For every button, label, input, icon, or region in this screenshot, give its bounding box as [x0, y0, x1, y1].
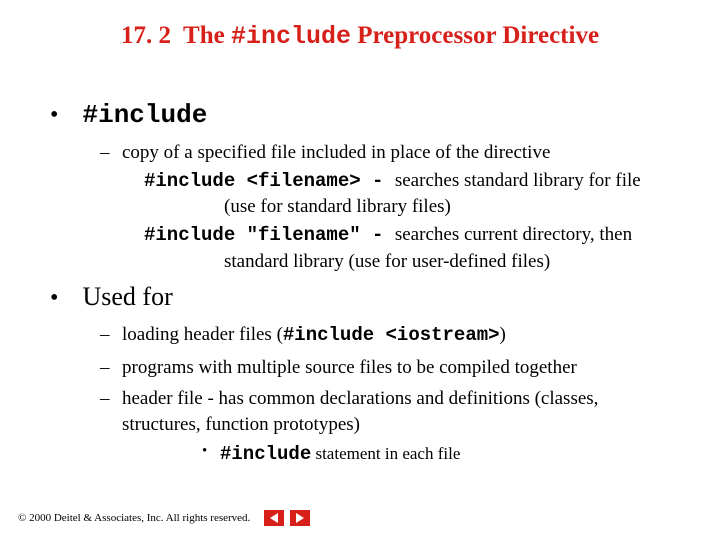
prev-slide-button[interactable] — [264, 510, 284, 526]
title-pre: The — [183, 22, 225, 49]
detail-quote-mono: #include "filename" — [144, 224, 361, 246]
sub-loading: loading header files (#include <iostream… — [100, 322, 670, 349]
slide-title: 17. 2 The #include Preprocessor Directiv… — [50, 22, 670, 51]
bullet-list: #include copy of a specified file includ… — [50, 99, 670, 466]
sublist-usedfor: loading header files (#include <iostream… — [100, 322, 670, 466]
next-slide-button[interactable] — [290, 510, 310, 526]
detail-angle-mono: #include <filename> — [144, 170, 361, 192]
sub-headerfile: header file - has common declarations an… — [100, 386, 670, 466]
sub-copy: copy of a specified file included in pla… — [100, 140, 670, 274]
sublist-include: copy of a specified file included in pla… — [100, 140, 670, 274]
bullet-include-label: #include — [83, 100, 208, 130]
title-post: Preprocessor Directive — [357, 22, 599, 49]
sub-copy-text: copy of a specified file included in pla… — [122, 142, 550, 163]
sub3-include-stmt: #include statement in each file — [202, 442, 670, 467]
sub-loading-mono: #include <iostream> — [283, 324, 500, 346]
detail-quote-rest: searches current directory, then — [395, 224, 632, 245]
slide-content: 17. 2 The #include Preprocessor Directiv… — [0, 0, 720, 466]
detail-quote-indent: standard library (use for user-defined f… — [224, 249, 670, 275]
copyright-text: © 2000 Deitel & Associates, Inc. All rig… — [18, 512, 250, 524]
detail-angle: #include <filename> - searches standard … — [144, 168, 670, 220]
sub-multisource: programs with multiple source files to b… — [100, 355, 670, 381]
title-section: 17. 2 — [121, 22, 171, 49]
bullet-usedfor-label: Used for — [83, 282, 173, 311]
bullet-include: #include copy of a specified file includ… — [50, 99, 670, 274]
bullet-usedfor: Used for loading header files (#include … — [50, 282, 670, 466]
sublist3: #include statement in each file — [202, 442, 670, 467]
title-mono: #include — [231, 22, 351, 51]
nav-arrows — [264, 510, 310, 526]
detail-quote: #include "filename" - searches current d… — [144, 222, 670, 274]
detail-angle-rest: searches standard library for file — [395, 170, 641, 191]
footer: © 2000 Deitel & Associates, Inc. All rig… — [18, 510, 310, 526]
detail-angle-indent: (use for standard library files) — [224, 194, 670, 220]
